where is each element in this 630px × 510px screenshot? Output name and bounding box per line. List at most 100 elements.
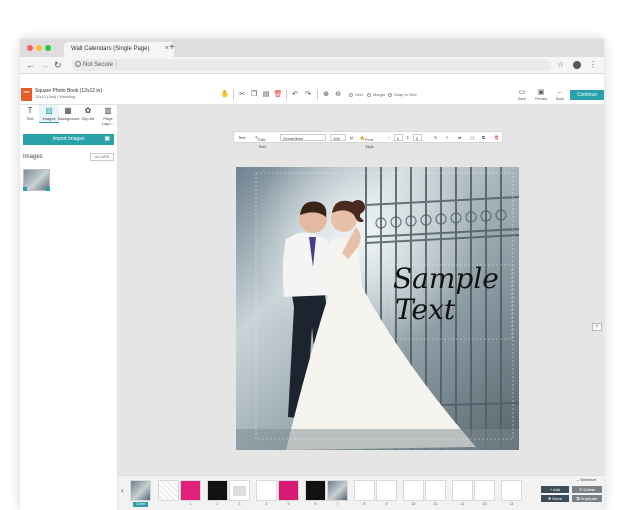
- info-icon[interactable]: i: [75, 61, 81, 67]
- sample-text-line-2: Text: [395, 293, 456, 326]
- page-thumbnail[interactable]: [425, 480, 446, 501]
- back-icon: ←: [556, 89, 564, 96]
- page-number: 2: [216, 502, 219, 506]
- new-tab-button[interactable]: +: [169, 42, 175, 53]
- tab-text[interactable]: T Text: [20, 105, 40, 123]
- editor-header: APP Square Photo Book (12x12 in) 12x12 (…: [20, 85, 604, 105]
- cover-label: Cover: [133, 502, 148, 507]
- import-images-button[interactable]: Import Images ▣: [23, 134, 114, 145]
- import-images-label: Import Images: [52, 136, 85, 142]
- flip-icon[interactable]: ⇄: [458, 134, 461, 141]
- page-thumbnail[interactable]: [278, 480, 299, 501]
- reload-icon[interactable]: ↻: [54, 60, 62, 71]
- add-page-side-button[interactable]: +: [592, 323, 602, 331]
- account-icon[interactable]: [573, 61, 581, 69]
- page-thumbnail[interactable]: [229, 480, 250, 501]
- text-toolbar-label: Text: [238, 135, 246, 140]
- delete-page-button[interactable]: ✕ Delete: [572, 486, 602, 493]
- duplicate-icon[interactable]: ⧉: [482, 134, 485, 141]
- browser-menu-icon[interactable]: ⋮: [589, 60, 597, 69]
- page-layout-icon: ▥: [104, 106, 112, 115]
- page-canvas[interactable]: Sample Text: [236, 167, 519, 450]
- page-thumbnail[interactable]: [501, 480, 522, 501]
- snap-label: Snap to Grid: [394, 92, 417, 97]
- trash-icon[interactable]: 🗑: [273, 90, 283, 100]
- font-select[interactable]: GreatVibes: [280, 134, 326, 141]
- cut-icon[interactable]: ✂: [237, 90, 247, 100]
- sample-text-box[interactable]: Sample Text: [393, 263, 499, 325]
- page-thumbnail[interactable]: [158, 480, 179, 501]
- rotate-icon[interactable]: ↻: [434, 134, 437, 141]
- zoom-out-icon[interactable]: ⊖: [333, 90, 343, 100]
- line-height-input[interactable]: 0: [413, 134, 422, 141]
- edit-text-button[interactable]: ✎ Edit Text: [255, 134, 266, 149]
- font-size-select[interactable]: 108: [330, 134, 346, 141]
- tab-background[interactable]: ▦ Background: [58, 105, 79, 123]
- page-thumbnail[interactable]: [354, 480, 375, 501]
- tab-page-layouts[interactable]: ▥ Page Layo...: [98, 105, 118, 126]
- text-toolbar: Text ✎ Edit Text GreatVibes 108 pt ✍ Fon…: [233, 131, 503, 149]
- font-style-button[interactable]: ✍ Font Style: [360, 134, 374, 149]
- minimize-window-button[interactable]: [36, 45, 42, 51]
- toolbar-divider: [317, 90, 318, 100]
- filmstrip-left-arrow-icon[interactable]: ‹: [121, 486, 124, 495]
- forward-arrow-icon[interactable]: →: [40, 60, 49, 70]
- page-number: 6: [314, 502, 317, 506]
- close-window-button[interactable]: [27, 45, 33, 51]
- page-number: 13: [482, 502, 487, 506]
- page-number: 5: [287, 502, 290, 506]
- page-thumbnail[interactable]: [207, 480, 228, 501]
- layer-icon[interactable]: ❏: [470, 134, 474, 141]
- undo-icon[interactable]: ↶: [290, 90, 300, 100]
- image-icon: ▨: [45, 106, 53, 115]
- continue-button[interactable]: Continue: [570, 90, 604, 100]
- grid-option[interactable]: Grid: [349, 92, 363, 97]
- minimize-filmstrip-button[interactable]: ⌄ Minimize: [576, 477, 596, 482]
- redo-icon[interactable]: ↷: [303, 90, 313, 100]
- page-thumbnail[interactable]: [376, 480, 397, 501]
- page-thumbnail[interactable]: [452, 480, 473, 501]
- copy-icon[interactable]: ❐: [249, 90, 259, 100]
- letter-spacing-input[interactable]: 0: [394, 134, 403, 141]
- tab-clip-art[interactable]: ✿ Clip Art: [78, 105, 98, 123]
- tab-clip-art-label: Clip Art: [81, 116, 95, 121]
- bookmark-star-icon[interactable]: ☆: [557, 60, 564, 69]
- clip-art-icon: ✿: [84, 106, 92, 115]
- duplicate-page-button[interactable]: ⧉ Duplicate: [572, 495, 602, 502]
- page-thumbnail[interactable]: [256, 480, 277, 501]
- font-style-label: Font Style: [364, 137, 374, 149]
- margin-label: Margin: [373, 92, 386, 97]
- letter-spacing-icon: ⇔: [387, 135, 391, 140]
- preview-button[interactable]: ▣ Preview: [533, 88, 549, 101]
- cover-thumbnail[interactable]: [130, 480, 151, 501]
- back-arrow-icon[interactable]: ←: [26, 60, 35, 70]
- hand-pan-icon[interactable]: ✋: [220, 90, 230, 100]
- page-thumbnail[interactable]: [180, 480, 201, 501]
- page-thumbnail[interactable]: [305, 480, 326, 501]
- delete-icon[interactable]: 🗑: [494, 134, 499, 141]
- snap-option[interactable]: Snap to Grid: [388, 92, 416, 97]
- add-page-button[interactable]: + Add: [541, 486, 569, 493]
- albums-dropdown[interactable]: ALL/URS: [90, 153, 114, 161]
- font-unit-label: pt: [350, 135, 354, 140]
- align-icon[interactable]: ≡: [446, 134, 448, 141]
- page-thumbnail[interactable]: [403, 480, 424, 501]
- url-field[interactable]: i Not Secure |: [71, 59, 551, 71]
- browser-tab[interactable]: Wall Calendars (Single Page) ×: [64, 42, 174, 57]
- paste-icon[interactable]: ▤: [261, 90, 271, 100]
- page-thumbnail[interactable]: [327, 480, 348, 501]
- page-number: 1: [189, 502, 192, 506]
- margin-radio-icon: [367, 92, 371, 97]
- tab-images[interactable]: ▨ Images: [39, 105, 59, 123]
- back-button[interactable]: ← Back: [552, 88, 568, 101]
- page-number: 10: [411, 502, 416, 506]
- image-thumbnail[interactable]: [23, 169, 50, 191]
- maximize-window-button[interactable]: [45, 45, 51, 51]
- import-icon: ▣: [104, 136, 110, 142]
- margin-option[interactable]: Margin: [367, 92, 385, 97]
- page-thumbnail[interactable]: [474, 480, 495, 501]
- zoom-in-icon[interactable]: ⊕: [321, 90, 331, 100]
- move-page-button[interactable]: ✥ Move: [541, 495, 569, 502]
- save-button[interactable]: ▭ Save: [514, 88, 530, 101]
- thumbnail-add-badge[interactable]: [46, 187, 50, 191]
